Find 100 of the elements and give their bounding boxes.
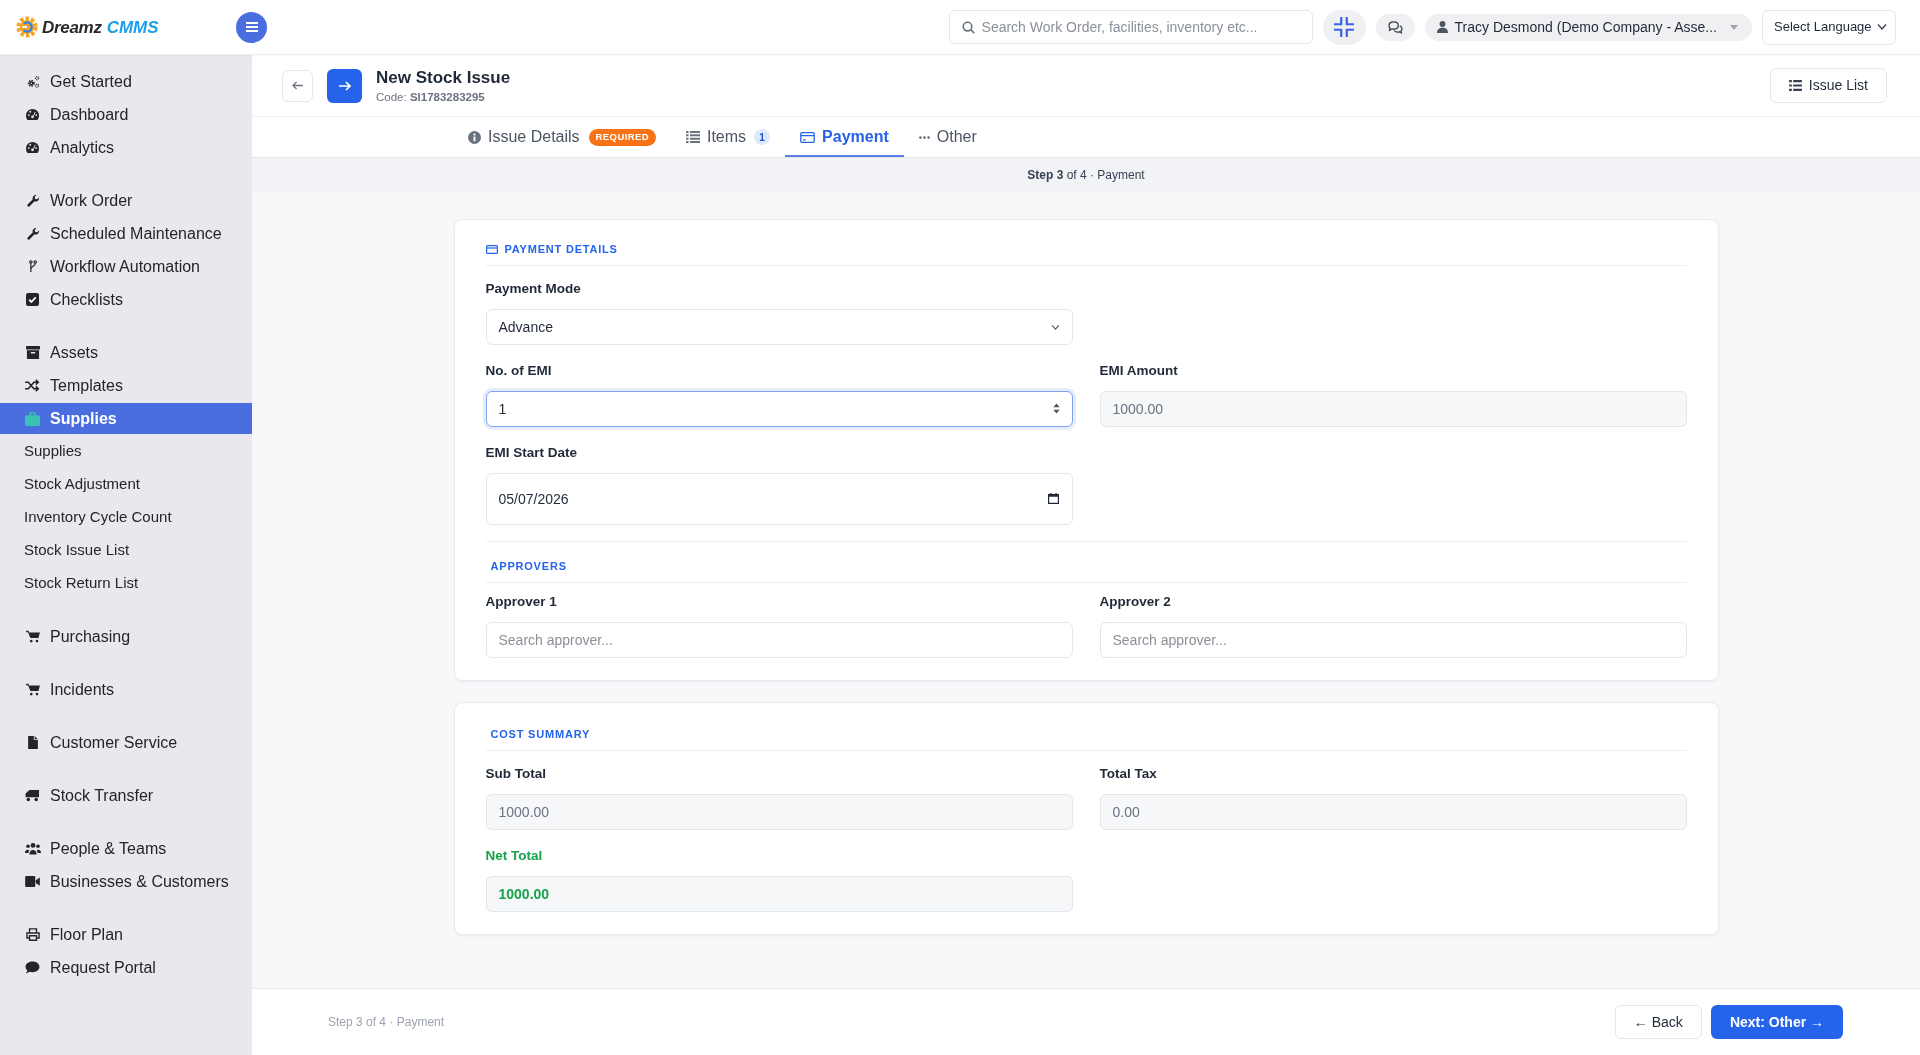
forward-button[interactable]	[327, 68, 362, 103]
tab[interactable]: Issue Details REQUIRED	[453, 117, 671, 157]
sidebar-item[interactable]: Checklists	[0, 283, 252, 316]
dots-icon	[918, 135, 930, 139]
step-indicator: Step 3 of 4 · Payment	[328, 1014, 445, 1031]
info-icon	[468, 130, 481, 144]
sidebar-item[interactable]: Businesses & Customers	[0, 865, 252, 898]
sidebar-subitem[interactable]: Inventory Cycle Count	[0, 501, 252, 534]
speech-bubble-icon	[25, 961, 40, 974]
user-icon	[1436, 21, 1448, 33]
sidebar-item[interactable]: People & Teams	[0, 832, 252, 865]
chat-button[interactable]	[1375, 13, 1415, 41]
gauge-icon	[25, 108, 40, 121]
step-indicator: Step 3 of 4 · Payment	[1027, 167, 1145, 184]
arrow-left-icon	[292, 81, 303, 90]
sidebar-subitem[interactable]: Stock Issue List	[0, 534, 252, 567]
gear-logo-icon	[15, 15, 39, 39]
readonly-field[interactable]: 1000.00	[1099, 391, 1687, 427]
users-icon	[24, 842, 41, 855]
field-label: Payment Mode	[485, 279, 581, 298]
required-badge: REQUIRED	[588, 128, 656, 146]
count-badge: 1	[754, 129, 771, 145]
gears-icon	[25, 74, 40, 89]
number-field[interactable]: 1	[485, 391, 1073, 427]
sidebar-item[interactable]: Incidents	[0, 673, 252, 706]
sidebar-item[interactable]: Get Started	[0, 65, 252, 98]
field-label: Approver 1	[485, 592, 557, 611]
sidebar-subitem[interactable]: Stock Return List	[0, 567, 252, 600]
tab[interactable]: Other	[903, 117, 992, 157]
user-menu[interactable]: Tracy Desmond (Demo Company - Asse...	[1424, 13, 1752, 41]
briefcase-icon	[25, 411, 40, 426]
list-icon	[685, 131, 700, 143]
back-button[interactable]	[282, 69, 313, 102]
credit-card-icon	[800, 131, 816, 143]
sidebar-item[interactable]: Floor Plan	[0, 918, 252, 951]
menu-icon	[245, 22, 258, 32]
sidebar-item[interactable]: Request Portal	[0, 951, 252, 984]
field-label: Sub Total	[485, 764, 546, 783]
sidebar-item[interactable]: Purchasing	[0, 620, 252, 653]
branch-icon	[28, 260, 37, 273]
search-field[interactable]: Search Work Order, facilities, inventory etc...	[948, 10, 1313, 44]
sidebar-item[interactable]: Stock Transfer	[0, 779, 252, 812]
list-icon	[1788, 80, 1802, 91]
sidebar-item[interactable]: Analytics	[0, 131, 252, 164]
dropdown[interactable]: Advance	[485, 309, 1073, 345]
brand-suffix: CMMS	[106, 18, 159, 36]
sidebar-subitem[interactable]: Supplies	[0, 435, 252, 468]
compress-icon	[1333, 16, 1356, 38]
field-label: EMI Start Date	[485, 443, 578, 462]
sidebar-item[interactable]: Assets	[0, 336, 252, 369]
printer-icon	[25, 928, 40, 941]
readonly-field[interactable]: 0.00	[1099, 794, 1687, 830]
sidebar-item[interactable]: Workflow Automation	[0, 250, 252, 283]
checkbox-icon	[26, 293, 39, 306]
back-button[interactable]: ← Back	[1614, 1005, 1702, 1039]
section-title: PAYMENT DETAILS	[504, 241, 618, 257]
tab[interactable]: Items 1	[670, 117, 786, 157]
field-label: Total Tax	[1099, 764, 1157, 783]
caret-icon	[1730, 24, 1738, 30]
next-button[interactable]: Next: Other →	[1710, 1005, 1843, 1039]
field-label: Net Total	[485, 846, 543, 865]
sidebar-item[interactable]: Work Order	[0, 184, 252, 217]
cart-icon	[25, 683, 40, 696]
sidebar-item[interactable]: Dashboard	[0, 98, 252, 131]
field-label: Approver 2	[1099, 592, 1171, 611]
up-down-arrows-icon	[1051, 402, 1061, 415]
search-icon	[961, 21, 975, 34]
approver-search-field[interactable]: Search approver...	[485, 622, 1073, 658]
field-label: No. of EMI	[485, 361, 552, 380]
chat-icon	[1387, 20, 1403, 34]
truck-icon	[25, 789, 40, 802]
sidebar-item[interactable]: Scheduled Maintenance	[0, 217, 252, 250]
sidebar-subitem[interactable]: Stock Adjustment	[0, 468, 252, 501]
issue-list-button[interactable]: Issue List	[1769, 68, 1887, 103]
section-title: APPROVERS	[490, 558, 567, 574]
stock-code: Code: SI1783283295	[376, 89, 485, 105]
chevron-down-icon	[1050, 324, 1060, 330]
arrow-right-icon	[338, 80, 351, 91]
cart-icon	[25, 630, 40, 643]
sidebar-item[interactable]: Templates	[0, 369, 252, 402]
calendar-icon	[1047, 493, 1059, 504]
menu-button[interactable]	[236, 11, 267, 43]
compress-button[interactable]	[1322, 9, 1366, 45]
section-title: COST SUMMARY	[490, 726, 591, 742]
language-select[interactable]: Select Language	[1762, 9, 1896, 45]
sidebar-item[interactable]: Customer Service	[0, 726, 252, 759]
shuffle-icon	[25, 379, 40, 392]
sidebar-item[interactable]: Supplies	[0, 403, 252, 434]
wrench-icon	[25, 226, 40, 241]
archive-icon	[25, 346, 40, 359]
date-field[interactable]: 05/07/2026	[485, 473, 1073, 525]
video-camera-icon	[25, 876, 40, 887]
brand-name: Dreamz	[42, 18, 102, 36]
approver-search-field[interactable]: Search approver...	[1099, 622, 1687, 658]
credit-card-icon	[485, 244, 498, 254]
page-title: New Stock Issue	[376, 66, 511, 88]
file-icon	[27, 736, 38, 749]
readonly-field[interactable]: 1000.00	[485, 794, 1073, 830]
chevron-down-icon	[1877, 24, 1887, 30]
field-label: EMI Amount	[1099, 361, 1178, 380]
